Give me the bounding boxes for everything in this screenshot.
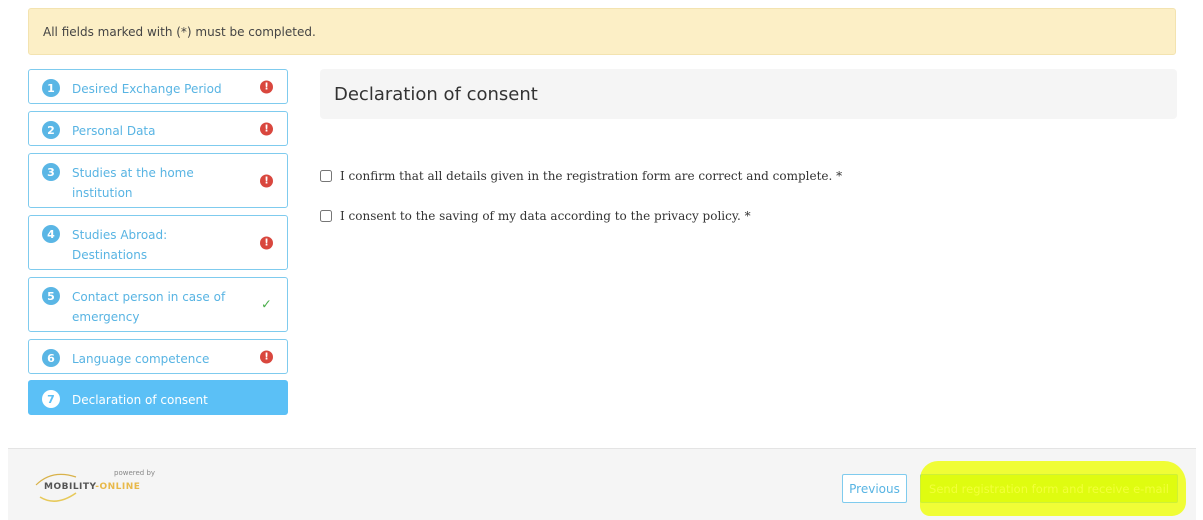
check-icon: ✓: [261, 297, 272, 312]
step-number-badge: 7: [42, 390, 60, 408]
step-label: Contact person in case of emergency: [72, 290, 226, 324]
step-label: Desired Exchange Period: [72, 82, 222, 96]
step-number-badge: 5: [42, 287, 60, 305]
exclamation-icon: !: [260, 174, 273, 187]
privacy-consent-label: I consent to the saving of my data accor…: [340, 209, 751, 223]
step-studies-home-institution[interactable]: 3 Studies at the home institution !: [28, 153, 288, 208]
step-number-badge: 2: [42, 121, 60, 139]
step-label: Personal Data: [72, 124, 156, 138]
step-label: Studies at the home institution: [72, 166, 194, 200]
confirm-details-row[interactable]: I confirm that all details given in the …: [320, 169, 842, 183]
privacy-consent-checkbox[interactable]: [320, 210, 332, 222]
step-number-badge: 3: [42, 163, 60, 181]
mobility-online-logo: powered by MOBILITY-ONLINE: [30, 467, 170, 507]
step-emergency-contact[interactable]: 5 Contact person in case of emergency ✓: [28, 277, 288, 332]
brand-name: MOBILITY-ONLINE: [44, 482, 140, 492]
exclamation-icon: !: [260, 122, 273, 135]
step-declaration-of-consent[interactable]: 7 Declaration of consent: [28, 380, 288, 415]
confirm-details-label: I confirm that all details given in the …: [340, 169, 843, 183]
powered-by-text: powered by: [114, 469, 156, 477]
step-label: Declaration of consent: [72, 393, 208, 407]
privacy-consent-row[interactable]: I consent to the saving of my data accor…: [320, 209, 751, 223]
brand-name-part2: -ONLINE: [95, 482, 141, 492]
exclamation-icon: !: [260, 350, 273, 363]
step-label: Studies Abroad: Destinations: [72, 228, 168, 262]
exclamation-icon: !: [260, 80, 273, 93]
step-studies-abroad-destinations[interactable]: 4 Studies Abroad: Destinations !: [28, 215, 288, 270]
confirm-details-checkbox[interactable]: [320, 170, 332, 182]
page-title: Declaration of consent: [334, 83, 538, 105]
step-personal-data[interactable]: 2 Personal Data !: [28, 111, 288, 146]
send-registration-button[interactable]: Send registration form and receive e-mai…: [920, 474, 1178, 503]
step-number-badge: 6: [42, 349, 60, 367]
section-header: Declaration of consent: [320, 69, 1177, 119]
exclamation-icon: !: [260, 236, 273, 249]
step-language-competence[interactable]: 6 Language competence !: [28, 339, 288, 374]
brand-name-part1: MOBILITY: [44, 482, 96, 492]
step-label: Language competence: [72, 352, 210, 366]
previous-button[interactable]: Previous: [842, 474, 907, 503]
required-fields-notice-text: All fields marked with (*) must be compl…: [43, 24, 316, 39]
step-number-badge: 1: [42, 79, 60, 97]
required-fields-notice: All fields marked with (*) must be compl…: [28, 8, 1176, 55]
form-footer: powered by MOBILITY-ONLINE Previous Send…: [8, 448, 1196, 520]
step-desired-exchange-period[interactable]: 1 Desired Exchange Period !: [28, 69, 288, 104]
step-number-badge: 4: [42, 225, 60, 243]
